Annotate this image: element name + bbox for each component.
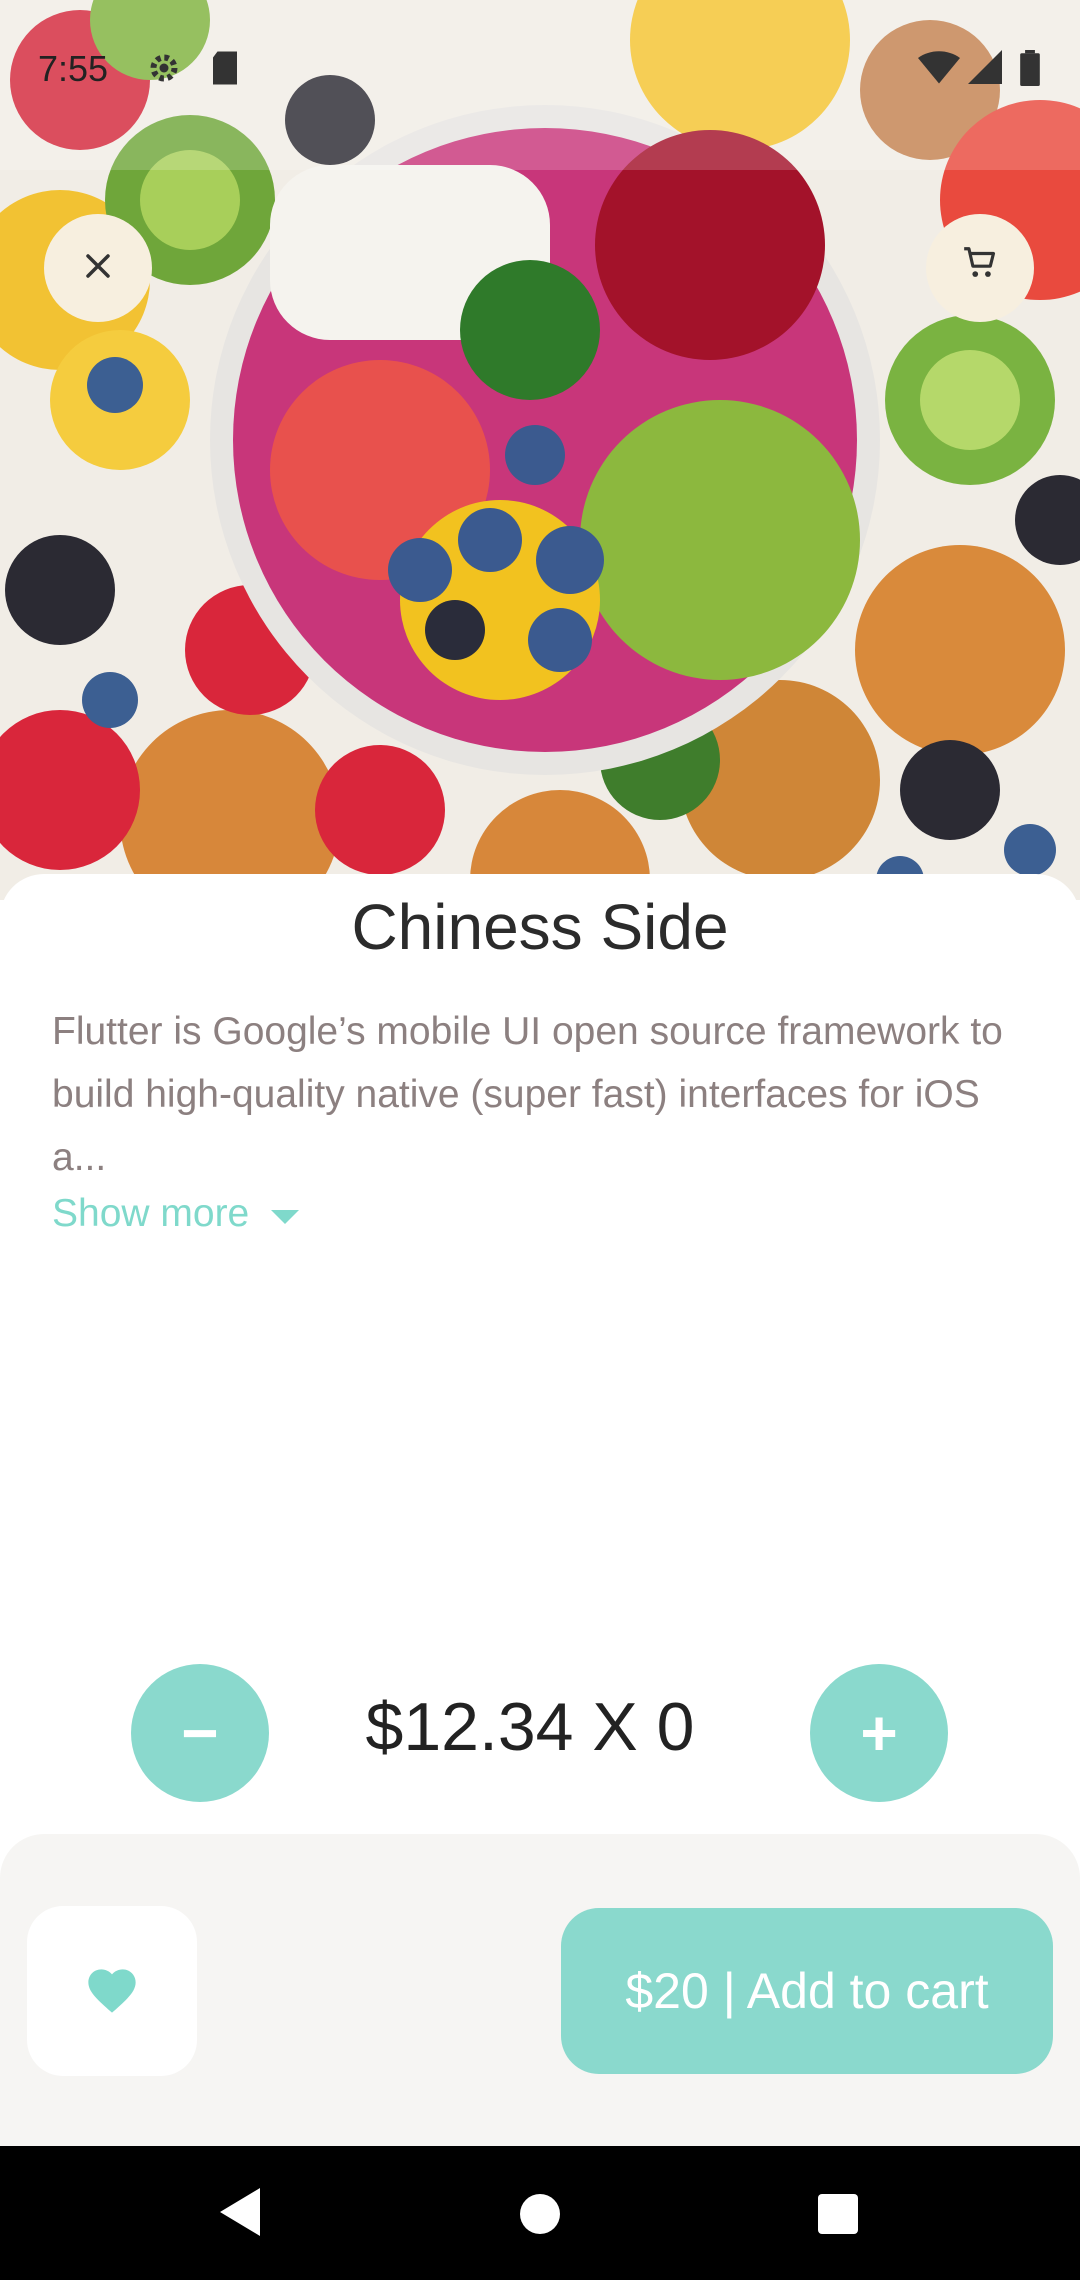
add-to-cart-label: $20 | Add to cart xyxy=(625,1963,989,2019)
favorite-button[interactable] xyxy=(27,1906,197,2076)
add-to-cart-button[interactable]: $20 | Add to cart xyxy=(561,1908,1053,2074)
decrease-quantity-button[interactable]: − xyxy=(131,1664,269,1802)
show-more-label: Show more xyxy=(52,1192,250,1235)
battery-icon xyxy=(1020,50,1040,95)
price-quantity: $12.34 X 0 xyxy=(365,1689,695,1765)
minus-icon: − xyxy=(181,1697,219,1769)
close-button[interactable] xyxy=(44,214,152,322)
increase-quantity-button[interactable]: + xyxy=(810,1664,948,1802)
heart-icon xyxy=(83,1963,141,2020)
home-icon[interactable] xyxy=(520,2194,560,2234)
settings-icon xyxy=(146,50,182,95)
product-title: Chiness Side xyxy=(351,891,729,963)
status-bar: 7:55 xyxy=(0,0,1080,170)
wifi-icon xyxy=(918,50,960,93)
cart-icon xyxy=(961,244,999,292)
product-description: Flutter is Google’s mobile UI open sourc… xyxy=(52,1010,1003,1179)
sd-card-icon xyxy=(210,50,240,95)
cart-button[interactable] xyxy=(926,214,1034,322)
recent-apps-icon[interactable] xyxy=(818,2194,858,2234)
chevron-down-icon xyxy=(271,1210,300,1224)
signal-icon xyxy=(968,50,1002,93)
back-icon[interactable] xyxy=(220,2188,260,2236)
show-more-link[interactable]: Show more xyxy=(52,1192,300,1236)
plus-icon: + xyxy=(860,1697,898,1769)
close-icon xyxy=(83,246,113,291)
status-time: 7:55 xyxy=(38,48,109,89)
